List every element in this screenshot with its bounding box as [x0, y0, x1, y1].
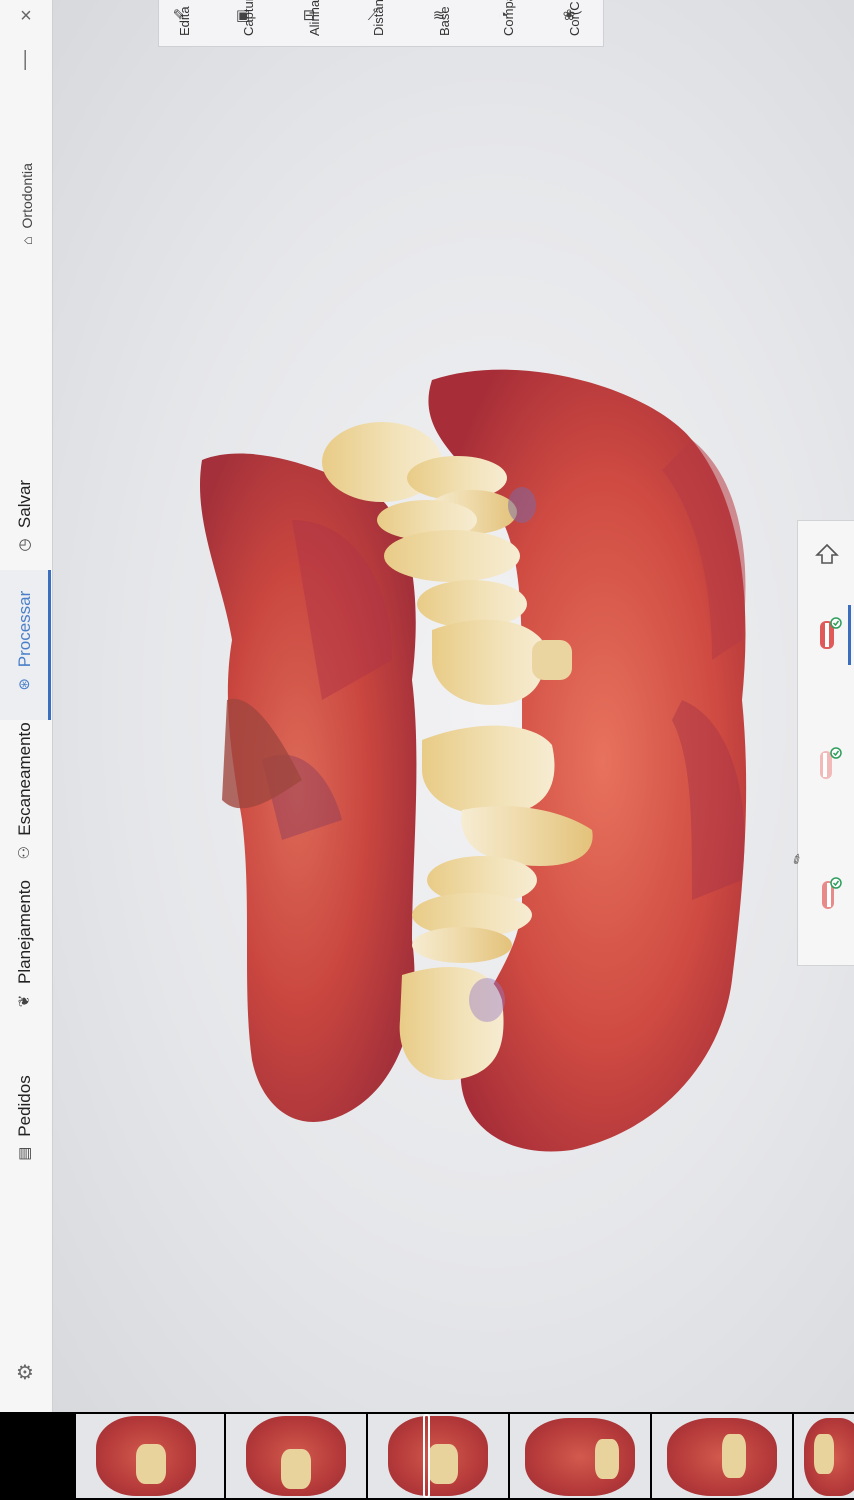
process-icon: ⊛	[16, 677, 33, 691]
tool-base[interactable]: ≋ Base	[423, 0, 463, 46]
model-bite-button[interactable]	[810, 613, 844, 657]
plan-icon: ❦	[16, 994, 33, 1008]
tool-compare[interactable]: ◔ Compa	[487, 0, 527, 46]
tool-capture[interactable]: ▣ Captur	[227, 0, 267, 46]
tool-align[interactable]: ⊟ Alinha	[293, 0, 333, 46]
sidebar-item-planejamento[interactable]: ❦ Planejamento	[13, 855, 37, 1035]
sidebar: × — ⌂ Ortodontia ◷ Salvar ⊛ Processar ⚇ …	[0, 0, 53, 1412]
close-button[interactable]: ×	[14, 4, 38, 28]
view-home-button[interactable]	[810, 531, 844, 575]
model-lower-button[interactable]	[810, 873, 844, 917]
orders-icon: ▤	[16, 1146, 33, 1161]
lower-jaw-icon	[822, 877, 842, 909]
active-item-bar	[48, 570, 51, 720]
minimize-button[interactable]: —	[14, 48, 38, 72]
filmstrip-thumb[interactable]	[368, 1414, 508, 1498]
tool-distance[interactable]: ⟋ Distânc	[357, 0, 397, 46]
clock-icon: ◷	[16, 538, 33, 552]
filmstrip-thumb[interactable]	[652, 1414, 792, 1498]
tool-edit[interactable]: ✎ Edita	[163, 0, 203, 46]
3d-viewport[interactable]: ✎ Edita ▣ Captur ⊟ Alinha ⟋ Distânc ≋ Ba…	[52, 0, 854, 1412]
bite-icon	[820, 617, 842, 649]
filmstrip-thumb[interactable]	[510, 1414, 650, 1498]
filmstrip-scrubber[interactable]	[423, 1414, 430, 1498]
filmstrip-thumb[interactable]	[76, 1414, 224, 1498]
tooth-icon: ⌂	[19, 236, 35, 245]
model-panel	[797, 520, 854, 966]
sidebar-item-processar[interactable]: ⊛ Processar	[13, 567, 37, 717]
home-view-icon	[815, 543, 839, 564]
gear-icon[interactable]: ⚙	[16, 1360, 34, 1385]
sidebar-item-pedidos[interactable]: ▤ Pedidos	[13, 1054, 37, 1184]
tool-color[interactable]: ❀ Cor(C	[553, 0, 593, 46]
dental-scan-model[interactable]	[52, 0, 854, 1412]
filmstrip-thumb[interactable]	[226, 1414, 366, 1498]
brand-ortodontia[interactable]: ⌂ Ortodontia	[15, 149, 39, 259]
sidebar-item-salvar[interactable]: ◷ Salvar	[13, 462, 37, 572]
tool-strip: ✎ Edita ▣ Captur ⊟ Alinha ⟋ Distânc ≋ Ba…	[158, 0, 604, 47]
model-upper-button[interactable]	[810, 743, 844, 787]
filmstrip-thumb[interactable]	[794, 1414, 854, 1498]
upper-jaw-icon	[820, 747, 842, 779]
model-selected-indicator	[848, 605, 851, 665]
